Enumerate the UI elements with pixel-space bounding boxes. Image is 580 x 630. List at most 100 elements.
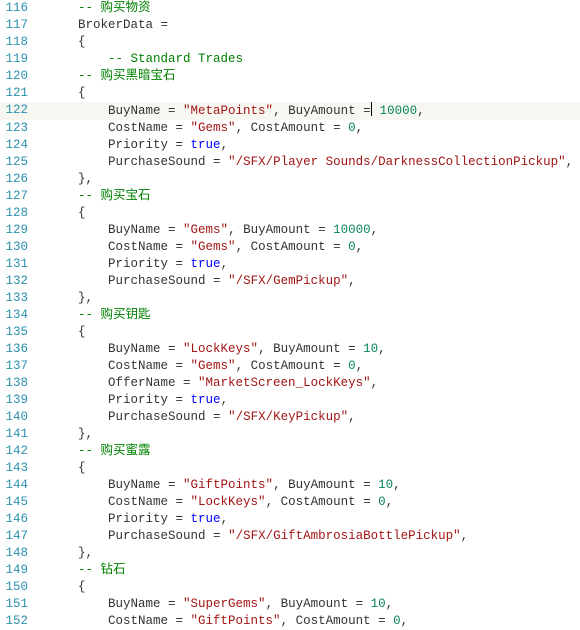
code-line: 137 CostName = "Gems", CostAmount = 0, xyxy=(0,358,580,375)
code-content: PurchaseSound = "/SFX/GiftAmbrosiaBottle… xyxy=(42,528,580,545)
code-content: OfferName = "MarketScreen_LockKeys", xyxy=(42,375,580,392)
code-editor[interactable]: 116 -- 购买物资 117 BrokerData = 118 { 119 -… xyxy=(0,0,580,630)
code-line: 125 PurchaseSound = "/SFX/Player Sounds/… xyxy=(0,154,580,171)
line-number: 147 xyxy=(0,528,42,545)
code-content: Priority = true, xyxy=(42,392,580,409)
code-content: BuyName = "LockKeys", BuyAmount = 10, xyxy=(42,341,580,358)
line-number: 152 xyxy=(0,613,42,630)
code-content: -- 购买黑暗宝石 xyxy=(42,68,580,85)
code-content: { xyxy=(42,579,580,596)
code-line: 138 OfferName = "MarketScreen_LockKeys", xyxy=(0,375,580,392)
code-content: BuyName = "MetaPoints", BuyAmount = 1000… xyxy=(42,102,580,120)
line-number: 125 xyxy=(0,154,42,171)
code-content: PurchaseSound = "/SFX/Player Sounds/Dark… xyxy=(42,154,580,171)
code-line: 151 BuyName = "SuperGems", BuyAmount = 1… xyxy=(0,596,580,613)
code-line: 119 -- Standard Trades xyxy=(0,51,580,68)
code-line: 152 CostName = "GiftPoints", CostAmount … xyxy=(0,613,580,630)
code-content: PurchaseSound = "/SFX/GemPickup", xyxy=(42,273,580,290)
code-line: 139 Priority = true, xyxy=(0,392,580,409)
code-content: BuyName = "Gems", BuyAmount = 10000, xyxy=(42,222,580,239)
code-line: 145 CostName = "LockKeys", CostAmount = … xyxy=(0,494,580,511)
code-line: 118 { xyxy=(0,34,580,51)
code-line: 121 { xyxy=(0,85,580,102)
code-content: CostName = "Gems", CostAmount = 0, xyxy=(42,358,580,375)
code-line: 126 }, xyxy=(0,171,580,188)
line-number: 136 xyxy=(0,341,42,358)
line-number: 137 xyxy=(0,358,42,375)
line-number: 133 xyxy=(0,290,42,307)
line-number: 144 xyxy=(0,477,42,494)
code-content: BrokerData = xyxy=(42,17,580,34)
code-line-active: 122 BuyName = "MetaPoints", BuyAmount = … xyxy=(0,102,580,120)
line-number: 131 xyxy=(0,256,42,273)
code-content: CostName = "LockKeys", CostAmount = 0, xyxy=(42,494,580,511)
code-line: 124 Priority = true, xyxy=(0,137,580,154)
code-content: -- 钻石 xyxy=(42,562,580,579)
line-number: 123 xyxy=(0,120,42,137)
code-line: 132 PurchaseSound = "/SFX/GemPickup", xyxy=(0,273,580,290)
code-line: 141 }, xyxy=(0,426,580,443)
line-number: 127 xyxy=(0,188,42,205)
code-content: BuyName = "SuperGems", BuyAmount = 10, xyxy=(42,596,580,613)
comment: -- 购买宝石 xyxy=(78,189,151,203)
code-line: 127 -- 购买宝石 xyxy=(0,188,580,205)
code-line: 128 { xyxy=(0,205,580,222)
code-line: 116 -- 购买物资 xyxy=(0,0,580,17)
code-line: 131 Priority = true, xyxy=(0,256,580,273)
code-content: Priority = true, xyxy=(42,256,580,273)
code-line: 142 -- 购买蜜露 xyxy=(0,443,580,460)
line-number: 116 xyxy=(0,0,42,17)
text-cursor-icon xyxy=(371,102,372,116)
code-content: { xyxy=(42,205,580,222)
code-content: -- 购买钥匙 xyxy=(42,307,580,324)
line-number: 128 xyxy=(0,205,42,222)
line-number: 117 xyxy=(0,17,42,34)
code-line: 149 -- 钻石 xyxy=(0,562,580,579)
code-content: -- Standard Trades xyxy=(42,51,580,68)
line-number: 124 xyxy=(0,137,42,154)
code-content: BuyName = "GiftPoints", BuyAmount = 10, xyxy=(42,477,580,494)
code-line: 129 BuyName = "Gems", BuyAmount = 10000, xyxy=(0,222,580,239)
code-content: CostName = "GiftPoints", CostAmount = 0, xyxy=(42,613,580,630)
code-content: }, xyxy=(42,290,580,307)
code-content: CostName = "Gems", CostAmount = 0, xyxy=(42,120,580,137)
comment: -- Standard Trades xyxy=(108,52,243,66)
line-number: 146 xyxy=(0,511,42,528)
code-content: PurchaseSound = "/SFX/KeyPickup", xyxy=(42,409,580,426)
line-number: 122 xyxy=(0,102,42,119)
line-number: 121 xyxy=(0,85,42,102)
line-number: 142 xyxy=(0,443,42,460)
code-line: 146 Priority = true, xyxy=(0,511,580,528)
code-content: Priority = true, xyxy=(42,137,580,154)
line-number: 119 xyxy=(0,51,42,68)
comment: -- 购买钥匙 xyxy=(78,308,151,322)
code-line: 123 CostName = "Gems", CostAmount = 0, xyxy=(0,120,580,137)
line-number: 143 xyxy=(0,460,42,477)
code-line: 120 -- 购买黑暗宝石 xyxy=(0,68,580,85)
line-number: 138 xyxy=(0,375,42,392)
line-number: 132 xyxy=(0,273,42,290)
code-line: 136 BuyName = "LockKeys", BuyAmount = 10… xyxy=(0,341,580,358)
line-number: 150 xyxy=(0,579,42,596)
code-content: -- 购买蜜露 xyxy=(42,443,580,460)
code-content: }, xyxy=(42,545,580,562)
line-number: 126 xyxy=(0,171,42,188)
line-number: 151 xyxy=(0,596,42,613)
line-number: 129 xyxy=(0,222,42,239)
line-number: 120 xyxy=(0,68,42,85)
code-content: }, xyxy=(42,171,580,188)
code-content: { xyxy=(42,34,580,51)
code-content: CostName = "Gems", CostAmount = 0, xyxy=(42,239,580,256)
line-number: 130 xyxy=(0,239,42,256)
line-number: 145 xyxy=(0,494,42,511)
code-line: 135 { xyxy=(0,324,580,341)
line-number: 148 xyxy=(0,545,42,562)
comment: -- 购买物资 xyxy=(78,1,151,15)
comment: -- 钻石 xyxy=(78,563,126,577)
comment: -- 购买黑暗宝石 xyxy=(78,69,176,83)
comment: -- 购买蜜露 xyxy=(78,444,151,458)
code-line: 148 }, xyxy=(0,545,580,562)
line-number: 134 xyxy=(0,307,42,324)
line-number: 139 xyxy=(0,392,42,409)
code-line: 143 { xyxy=(0,460,580,477)
